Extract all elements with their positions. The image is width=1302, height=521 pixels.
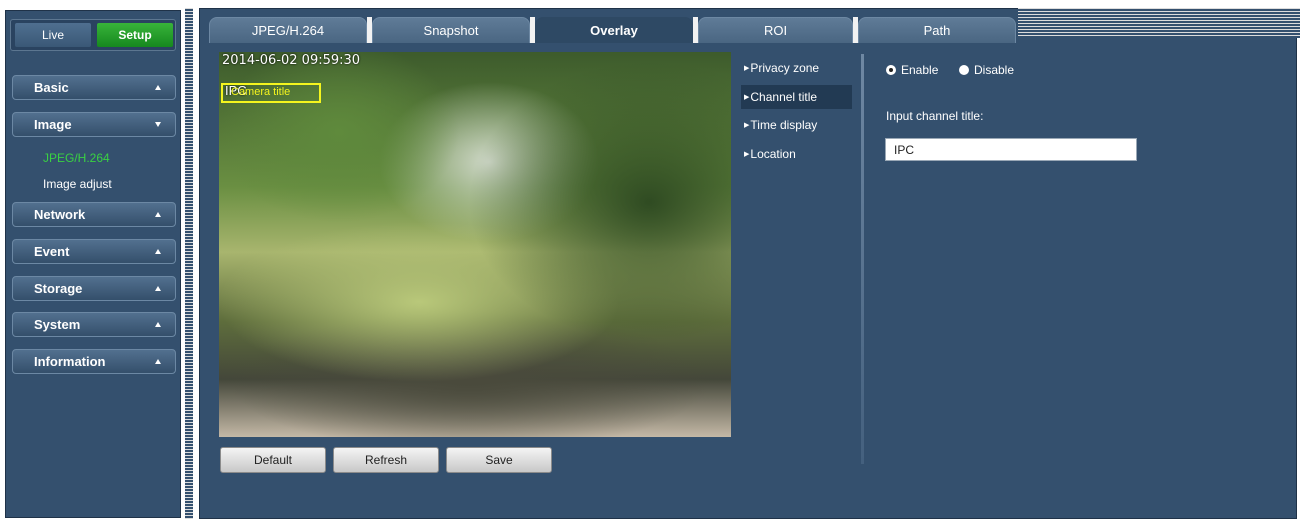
menu-image[interactable]: Image (12, 112, 176, 137)
menu-storage-label: Storage (34, 281, 83, 296)
tab-overlay[interactable]: Overlay (535, 17, 693, 43)
overlay-item-label: Channel title (750, 90, 818, 104)
collapse-arrow-icon (155, 85, 161, 90)
overlay-item-label: Location (750, 147, 796, 161)
disable-label: Disable (974, 63, 1015, 77)
disable-radio[interactable] (959, 65, 969, 75)
live-button[interactable]: Live (15, 23, 91, 47)
menu-basic[interactable]: Basic (12, 75, 176, 100)
camera-title-label: Camera title (231, 86, 291, 98)
sidebar-item-image-adjust[interactable]: Image adjust (43, 177, 112, 191)
menu-system[interactable]: System (12, 312, 176, 337)
enable-radio[interactable] (886, 65, 896, 75)
enable-label: Enable (901, 63, 939, 77)
panel-divider (861, 54, 864, 464)
tab-strip-decoration (1018, 8, 1300, 38)
arrow-right-icon: ▶ (744, 151, 750, 158)
collapse-arrow-icon (155, 359, 161, 364)
menu-information[interactable]: Information (12, 349, 176, 374)
overlay-item-channel-title[interactable]: ▶Channel title (741, 85, 852, 109)
menu-event[interactable]: Event (12, 239, 176, 264)
save-button[interactable]: Save (446, 447, 552, 473)
refresh-button[interactable]: Refresh (333, 447, 439, 473)
menu-information-label: Information (34, 354, 106, 369)
menu-storage[interactable]: Storage (12, 276, 176, 301)
menu-basic-label: Basic (34, 80, 69, 95)
menu-event-label: Event (34, 244, 70, 259)
sidebar-item-jpeg-h264[interactable]: JPEG/H.264 (43, 151, 110, 165)
menu-network[interactable]: Network (12, 202, 176, 227)
channel-title-input[interactable] (885, 138, 1137, 161)
video-preview[interactable]: 2014-06-02 09:59:30 IPC Camera title (219, 52, 731, 437)
overlay-item-time-display[interactable]: ▶Time display (741, 113, 852, 137)
sidebar: Live Setup Basic Image JPEG/H.264 Image … (5, 10, 181, 518)
overlay-item-label: Time display (750, 118, 818, 132)
tab-jpeg-h264[interactable]: JPEG/H.264 (209, 17, 367, 43)
menu-image-label: Image (34, 117, 72, 132)
arrow-right-icon: ▶ (744, 94, 750, 101)
collapse-arrow-icon (155, 286, 161, 291)
collapse-arrow-icon (155, 322, 161, 327)
arrow-right-icon: ▶ (744, 65, 750, 72)
separator-stripes (185, 8, 193, 519)
input-channel-title-label: Input channel title: (886, 109, 984, 123)
collapse-arrow-icon (155, 212, 161, 217)
overlay-item-label: Privacy zone (750, 61, 820, 75)
setup-button[interactable]: Setup (97, 23, 173, 47)
video-timestamp: 2014-06-02 09:59:30 (222, 53, 361, 68)
overlay-item-location[interactable]: ▶Location (741, 142, 852, 166)
expand-arrow-icon (155, 122, 161, 127)
collapse-arrow-icon (155, 249, 161, 254)
menu-network-label: Network (34, 207, 86, 222)
mode-switch: Live Setup (10, 19, 176, 51)
default-button[interactable]: Default (220, 447, 326, 473)
tab-roi[interactable]: ROI (698, 17, 853, 43)
arrow-right-icon: ▶ (744, 122, 750, 129)
tab-snapshot[interactable]: Snapshot (372, 17, 530, 43)
tab-path[interactable]: Path (858, 17, 1016, 43)
overlay-item-privacy-zone[interactable]: ▶Privacy zone (741, 56, 852, 80)
menu-system-label: System (34, 317, 81, 332)
